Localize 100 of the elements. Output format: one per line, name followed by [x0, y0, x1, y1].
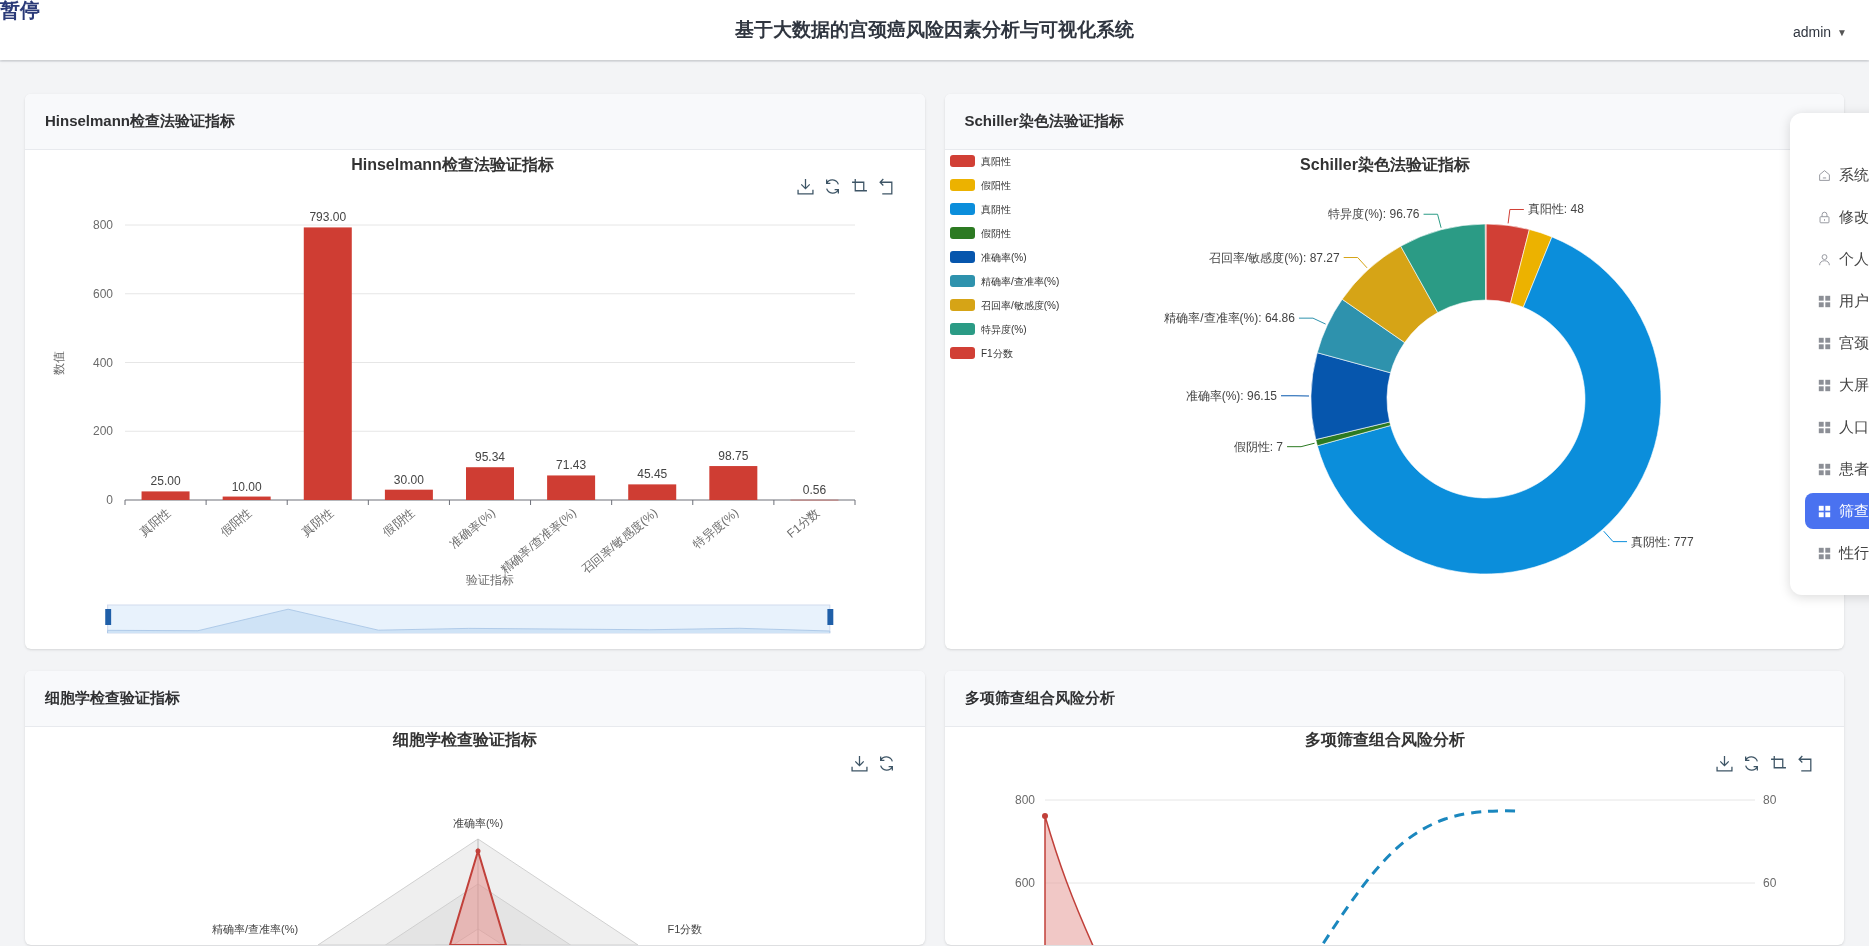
leader-line: [1422, 213, 1442, 229]
legend-item[interactable]: 真阴性: [949, 203, 1011, 215]
download-icon[interactable]: [850, 755, 868, 772]
data-label: 准确率(%): 96.15: [1185, 388, 1277, 403]
download-icon[interactable]: [1716, 755, 1733, 772]
legend-item[interactable]: 真阳性: [949, 155, 1011, 167]
legend-label: 假阳性: [980, 180, 1011, 191]
data-label: 95.34: [475, 450, 505, 465]
data-label: 45.45: [637, 467, 668, 482]
menu-item[interactable]: 系统: [1805, 157, 1869, 193]
menu-item[interactable]: 宫颈: [1805, 325, 1869, 361]
data-label: 98.75: [718, 449, 749, 464]
chart-title: 多项筛查组合风险分析: [1304, 731, 1465, 748]
axis-tick-label: 80: [1762, 793, 1776, 807]
leader-line: [1342, 257, 1368, 269]
legend-label: 假阴性: [980, 228, 1011, 239]
leader-line: [1286, 442, 1315, 448]
data-point: [475, 848, 481, 854]
undo-icon[interactable]: [1797, 755, 1814, 772]
grid-icon: [1818, 294, 1831, 308]
axis-label: F1分数: [784, 505, 823, 541]
user-menu[interactable]: admin ▼: [1792, 22, 1847, 43]
leader-line: [1297, 317, 1326, 325]
axis-tick-label: 400: [92, 355, 113, 370]
card-title: 多项筛查组合风险分析: [964, 688, 1115, 709]
undo-icon[interactable]: [877, 178, 895, 195]
card-title: 细胞学检查验证指标: [45, 688, 180, 709]
chart-title: Schiller染色法验证指标: [1299, 156, 1470, 173]
menu-item[interactable]: 修改: [1805, 199, 1869, 235]
data-label: 特异度(%): 96.76: [1327, 207, 1420, 222]
axis-tick-label: 0: [106, 493, 113, 507]
refresh-icon[interactable]: [877, 755, 895, 772]
legend-item[interactable]: 准确率(%): [949, 251, 1027, 263]
menu-item[interactable]: 用户: [1805, 283, 1869, 319]
chart-title: Hinselmann检查法验证指标: [351, 156, 554, 173]
data-label: 10.00: [231, 479, 262, 494]
bar: [222, 496, 271, 500]
data-label: 精确率/查准率(%): 64.86: [1163, 311, 1295, 326]
zoom-slider[interactable]: [105, 604, 834, 634]
user-icon: [1818, 252, 1831, 266]
menu-item[interactable]: 大屏: [1805, 367, 1869, 403]
bar: [466, 467, 514, 500]
app-title: 基于大数据的宫颈癌风险因素分析与可视化系统: [735, 17, 1134, 42]
data-label: 71.43: [556, 458, 587, 473]
data-label: 0.56: [802, 482, 827, 497]
card-title: Schiller染色法验证指标: [964, 111, 1124, 132]
legend-item[interactable]: 假阴性: [949, 227, 1011, 239]
axis-label: 真阳性: [136, 505, 174, 540]
lock-icon: [1818, 210, 1831, 224]
grid-icon: [1818, 378, 1831, 392]
data-label: 25.00: [150, 474, 181, 489]
leader-line: [1280, 395, 1310, 397]
axis-label: 假阳性: [218, 505, 255, 540]
menu-item[interactable]: 人口: [1805, 409, 1869, 445]
legend-item[interactable]: 召回率/敏感度(%): [949, 299, 1059, 311]
legend-item[interactable]: F1分数: [949, 347, 1013, 359]
legend-item[interactable]: 特异度(%): [949, 323, 1027, 335]
menu-item[interactable]: 患者: [1805, 451, 1869, 487]
bar: [384, 489, 433, 500]
axis-tick-label: 60: [1762, 876, 1776, 890]
overlay-label: 暂停: [0, 0, 40, 20]
data-label: 真阳性: 48: [1527, 202, 1584, 217]
data-label: 假阴性: 7: [1233, 439, 1283, 454]
grid-icon: [1818, 336, 1831, 350]
bar: [141, 491, 190, 500]
grid-icon: [1818, 546, 1831, 560]
card-title: Hinselmann检查法验证指标: [45, 111, 236, 132]
axis-tick-label: 800: [1014, 793, 1035, 807]
axis-label: 准确率(%): [452, 817, 504, 829]
download-icon[interactable]: [796, 178, 814, 195]
axis-label: 准确率(%): [447, 505, 498, 552]
axis-label: 真阴性: [299, 505, 336, 540]
legend-label: 精确率/查准率(%): [980, 276, 1059, 287]
axis-title: 验证指标: [466, 573, 514, 587]
bar: [547, 475, 596, 500]
menu-item[interactable]: 性行: [1805, 535, 1869, 571]
axis-tick-label: 600: [1014, 876, 1035, 890]
home-icon: [1818, 168, 1831, 182]
legend-label: 准确率(%): [980, 252, 1027, 263]
axis-tick-label: 800: [92, 218, 113, 232]
refresh-icon[interactable]: [1743, 755, 1760, 772]
axis-label: 特异度(%): [690, 505, 742, 552]
grid-icon: [1818, 462, 1831, 476]
legend-label: 召回率/敏感度(%): [980, 300, 1059, 311]
menu-item[interactable]: 个人: [1805, 241, 1869, 277]
axis-title: 数值: [52, 350, 66, 375]
refresh-icon[interactable]: [823, 178, 841, 195]
legend-item[interactable]: 精确率/查准率(%): [949, 275, 1059, 287]
menu-item[interactable]: 筛查: [1805, 493, 1869, 529]
axis-label: 召回率/敏感度(%): [579, 505, 661, 577]
grid-icon: [1818, 504, 1831, 518]
legend-label: F1分数: [980, 348, 1013, 359]
bar: [709, 466, 758, 500]
data-label: 真阴性: 777: [1630, 534, 1694, 549]
bar: [628, 484, 677, 500]
legend-label: 真阳性: [980, 156, 1011, 167]
grid-icon: [1818, 420, 1831, 434]
axis-tick-label: 600: [92, 286, 113, 301]
data-label: 30.00: [393, 472, 424, 487]
legend-item[interactable]: 假阳性: [949, 179, 1011, 191]
